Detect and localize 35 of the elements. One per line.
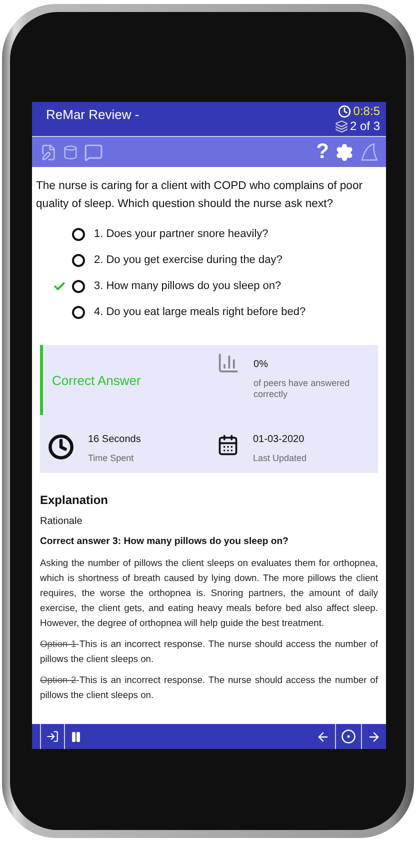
question-counter: 2 of 3	[350, 119, 380, 133]
last-updated-caption: Last Updated	[253, 453, 307, 464]
calendar-icon	[217, 434, 239, 456]
timer: 0:8:5	[353, 104, 380, 118]
stack-icon	[334, 120, 348, 132]
settings-icon[interactable]	[335, 142, 354, 162]
option-label[interactable]: 1. Does your partner snore heavily?	[94, 228, 268, 240]
answer-status: Correct Answer	[40, 345, 209, 415]
time-spent-value: 16 Seconds	[88, 434, 141, 445]
peer-percent: 0%	[254, 359, 269, 370]
app-title: ReMar Review -	[46, 107, 140, 124]
clock-icon	[338, 104, 352, 118]
radio-button[interactable]	[72, 228, 85, 240]
question-text: The nurse is caring for a client with COPD who complains of poor quality of sleep. Which question should the nurse ask next?	[36, 179, 364, 212]
radio-button[interactable]	[72, 280, 85, 292]
last-updated-value: 01-03-2020	[253, 434, 306, 445]
explanation-heading: Explanation	[40, 493, 110, 507]
exit-icon	[46, 730, 59, 743]
explanation-paragraph: Asking the number of pillows the client sleeps on evaluates them for orthopnea, which is shortness of breath caused by lying down. The more pillows the client requires, the worse the orthopnea is. Snoring partners, the amount of daily exercise, the client gets, and eating heavy meals before bed also affect sleep. However, the degree of orthopnea will help guide the best treatment.	[40, 556, 378, 630]
radio-button[interactable]	[72, 306, 85, 318]
option-rationale: Option 1-This is an incorrect response. The nurse should access the number of pillows the client sleeps on.	[40, 637, 378, 666]
target-icon	[341, 729, 356, 744]
peer-caption: of peers have answered correctly	[254, 378, 351, 400]
clock-icon	[48, 434, 74, 460]
radio-button[interactable]	[72, 254, 85, 266]
bar-chart-icon	[217, 351, 240, 375]
time-spent-caption: Time Spent	[88, 453, 135, 464]
option-label[interactable]: 3. How many pillows do you sleep on?	[94, 280, 282, 292]
option-label[interactable]: 2. Do you get exercise during the day?	[94, 254, 282, 266]
help-icon[interactable]: ?	[316, 140, 329, 164]
rationale-label: Rationale	[40, 516, 84, 527]
option-label[interactable]: 4. Do you eat large meals right before bed?	[94, 306, 306, 318]
pause-icon	[70, 730, 82, 742]
option-rationale: Option 2-This is an incorrect response. The nurse should access the number of pillows the client sleeps on.	[40, 673, 378, 702]
correct-answer-text: Correct answer 3: How many pillows do you sleep on?	[40, 536, 290, 547]
